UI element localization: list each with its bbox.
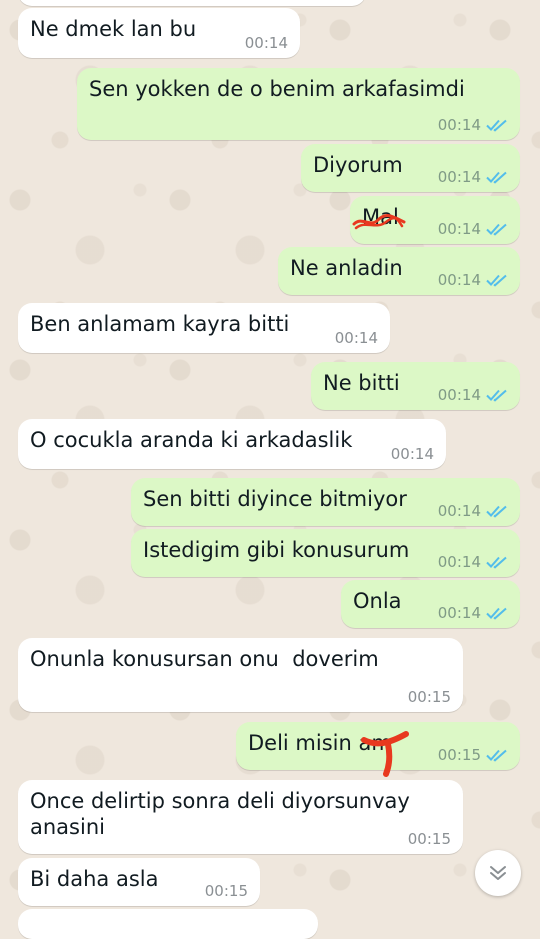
double-check-icon xyxy=(486,274,507,287)
message-bubble-incoming[interactable]: Ne dmek lan bu 00:14 xyxy=(18,8,300,58)
message-bubble-outgoing[interactable]: Istedigim gibi konusurum 00:14 xyxy=(131,529,520,577)
message-time: 00:14 xyxy=(437,604,481,622)
message-bubble-partial[interactable] xyxy=(18,0,366,6)
message-time: 00:15 xyxy=(407,830,451,848)
message-bubble-outgoing[interactable]: Onla 00:14 xyxy=(341,580,520,628)
double-check-icon xyxy=(486,389,507,402)
chevron-down-icon xyxy=(490,866,506,880)
message-bubble-outgoing[interactable]: Ne anladin 00:14 xyxy=(278,247,520,295)
double-check-icon xyxy=(486,607,507,620)
message-time: 00:14 xyxy=(390,445,434,463)
message-text: Once delirtip sonra deli diyorsunvay ana… xyxy=(30,789,410,839)
double-check-icon xyxy=(486,223,507,236)
message-text: O cocukla aranda ki arkadaslik xyxy=(30,428,353,452)
message-time: 00:14 xyxy=(244,34,288,52)
message-bubble-incoming[interactable]: O cocukla aranda ki arkadaslik 00:14 xyxy=(18,419,446,469)
double-check-icon xyxy=(486,505,507,518)
message-time: 00:14 xyxy=(437,502,481,520)
message-bubble-incoming[interactable]: Once delirtip sonra deli diyorsunvay ana… xyxy=(18,780,463,854)
message-bubble-incoming[interactable]: Onunla konusursan onu doverim 00:15 xyxy=(18,638,463,712)
message-time: 00:15 xyxy=(437,746,481,764)
double-check-icon xyxy=(486,749,507,762)
message-time: 00:14 xyxy=(437,220,481,238)
message-time: 00:14 xyxy=(334,329,378,347)
message-bubble-incoming[interactable]: Bi daha asla 00:15 xyxy=(18,858,260,906)
message-bubble-outgoing[interactable]: Diyorum 00:14 xyxy=(301,144,520,192)
message-time: 00:15 xyxy=(204,882,248,900)
message-text: Sen yokken de o benim arkafasimdi xyxy=(89,77,465,101)
message-time: 00:15 xyxy=(407,688,451,706)
double-check-icon xyxy=(486,119,507,132)
message-bubble-incoming[interactable]: Ben anlamam kayra bitti 00:14 xyxy=(18,303,390,353)
double-check-icon xyxy=(486,171,507,184)
message-bubble-outgoing[interactable]: Deli misin am 00:15 xyxy=(236,722,520,777)
message-bubble-outgoing[interactable]: Sen yokken de o benim arkafasimdi 00:14 xyxy=(77,68,520,140)
message-bubble-outgoing[interactable]: Ne bitti 00:14 xyxy=(311,362,520,410)
scroll-to-bottom-button[interactable] xyxy=(475,850,521,896)
message-bubble-outgoing[interactable]: Mal 00:14 xyxy=(350,196,520,244)
message-text: Ben anlamam kayra bitti xyxy=(30,312,290,336)
message-time: 00:14 xyxy=(437,386,481,404)
message-text: Onunla konusursan onu doverim xyxy=(30,647,379,671)
message-time: 00:14 xyxy=(437,168,481,186)
double-check-icon xyxy=(486,556,507,569)
message-bubble-outgoing[interactable]: Sen bitti diyince bitmiyor 00:14 xyxy=(131,478,520,526)
message-time: 00:14 xyxy=(437,553,481,571)
message-time: 00:14 xyxy=(437,271,481,289)
message-time: 00:14 xyxy=(437,116,481,134)
